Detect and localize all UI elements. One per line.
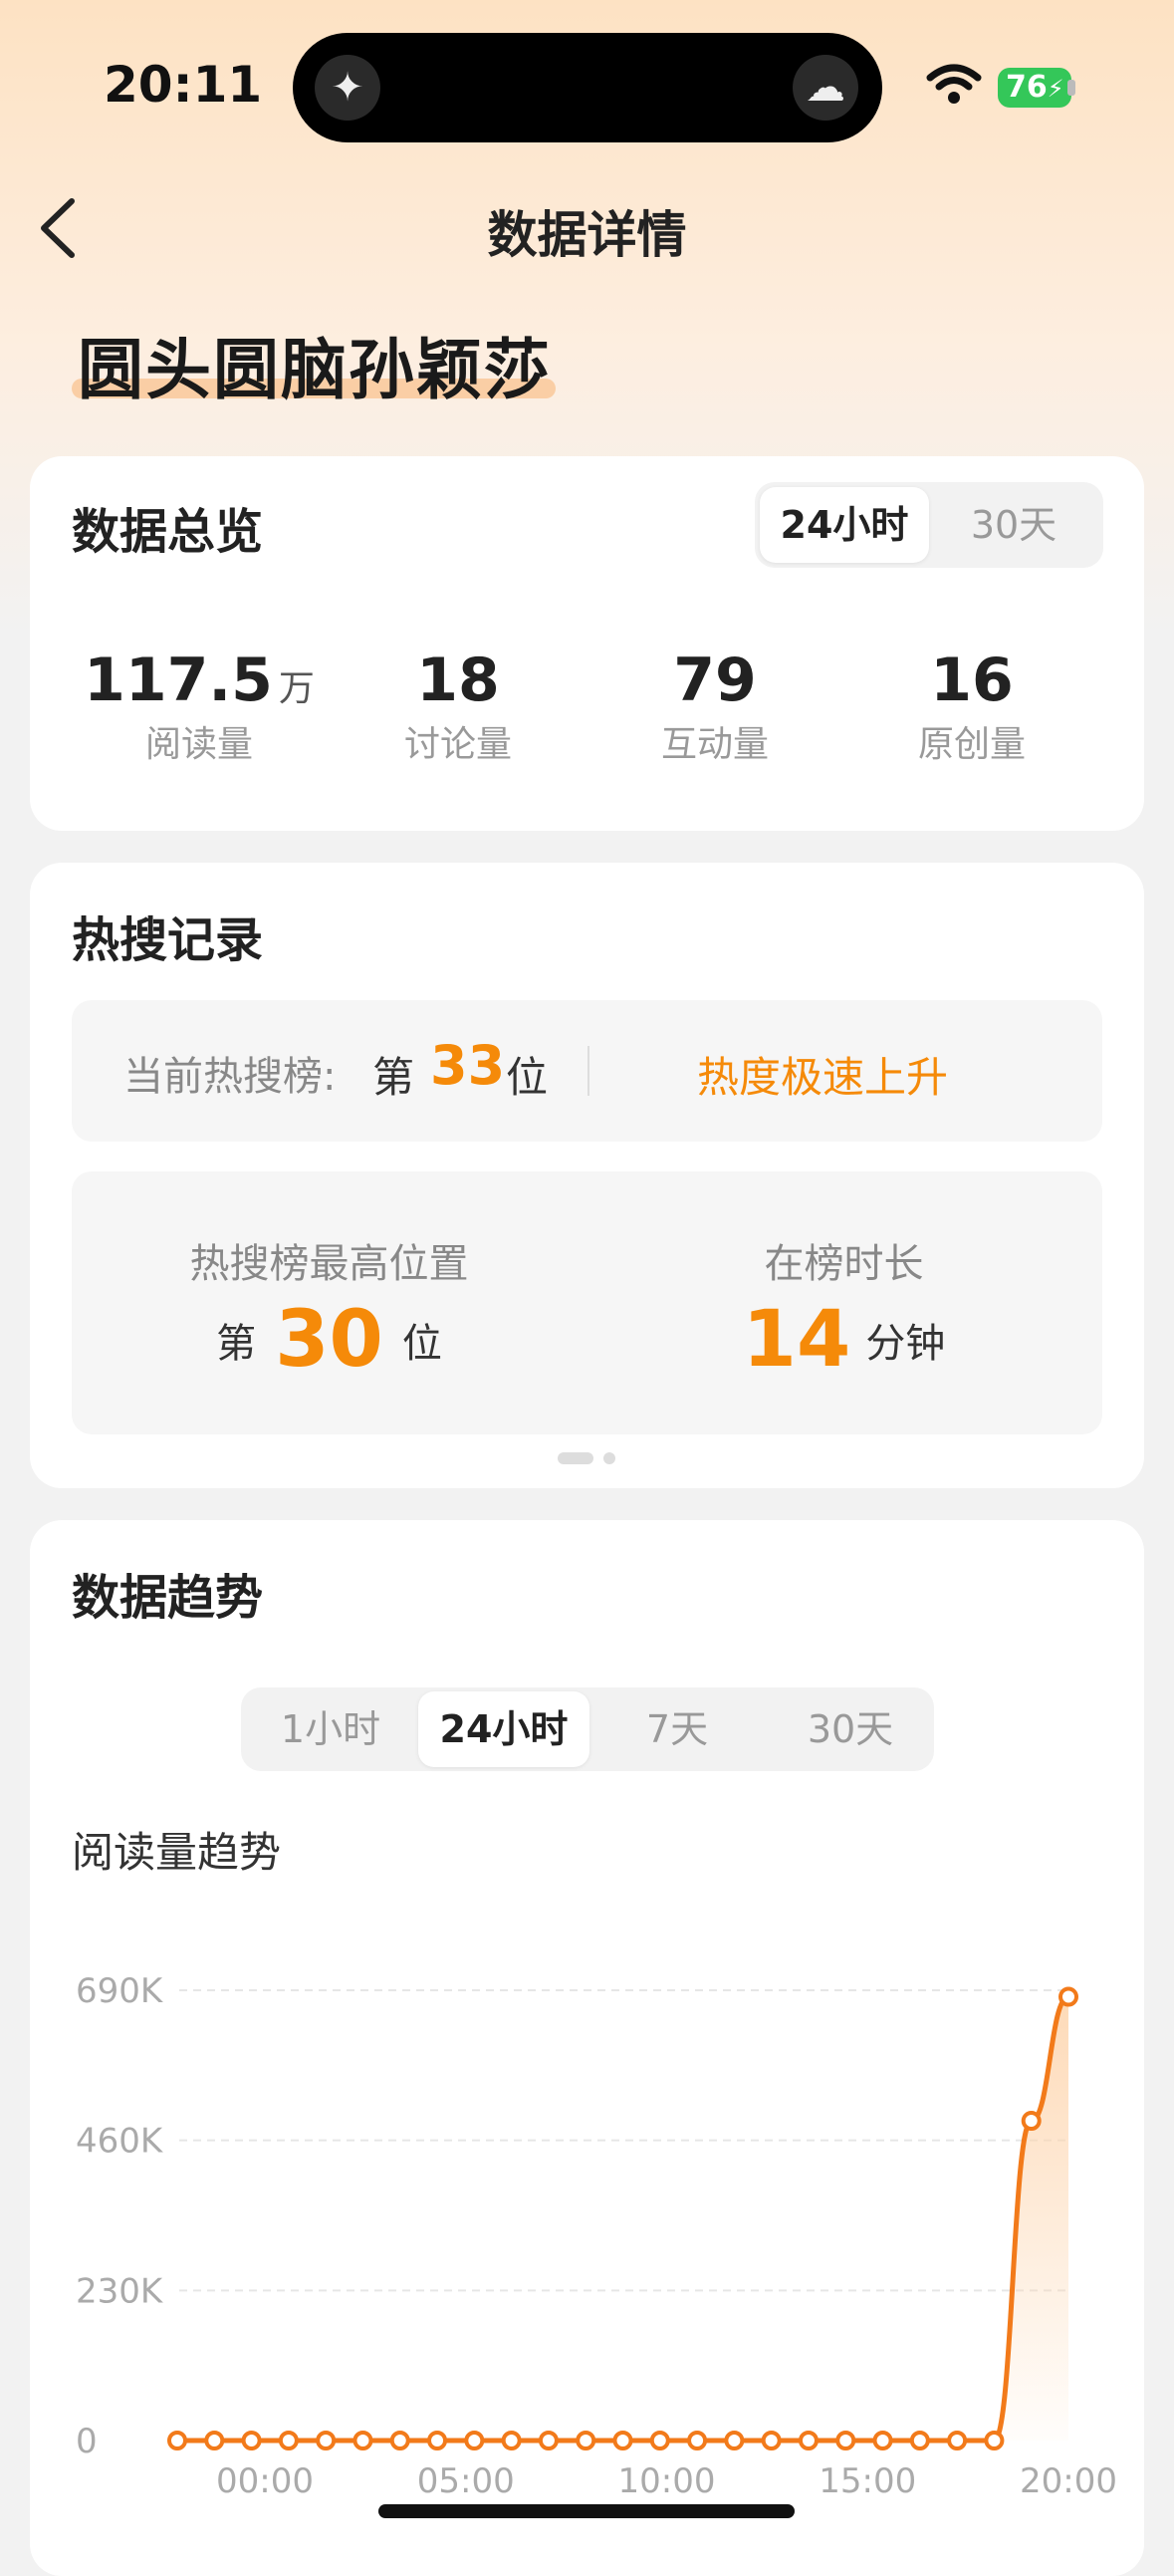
y-tick-label: 230K	[76, 2271, 164, 2311]
data-point	[1021, 2111, 1042, 2132]
duration-value: 14	[742, 1295, 851, 1385]
data-point	[872, 2431, 893, 2450]
data-point	[724, 2431, 745, 2450]
battery-cap	[1067, 80, 1075, 96]
stat-discussions: 18 讨论量	[329, 645, 587, 767]
current-rank-label: 当前热搜榜:	[123, 1054, 337, 1100]
data-point	[1058, 1986, 1078, 2007]
rank-prefix: 第	[216, 1321, 257, 1367]
data-point	[576, 2431, 596, 2450]
data-point	[909, 2431, 930, 2450]
data-point	[464, 2431, 485, 2450]
rank-prefix: 第	[372, 1053, 415, 1102]
status-time: 20:11	[104, 56, 263, 114]
highest-rank-box: 热搜榜最高位置 第 30 位 在榜时长 14 分钟	[72, 1171, 1102, 1434]
duration-unit: 分钟	[865, 1321, 946, 1367]
highest-rank-col: 热搜榜最高位置 第 30 位	[72, 1231, 587, 1385]
highest-rank-value: 30	[275, 1295, 383, 1385]
overview-card: 数据总览 24小时 30天 117.5 万 阅读量 18 讨论量 79 互动量 1…	[30, 456, 1144, 831]
page-title: 数据详情	[487, 206, 687, 264]
duration-label: 在榜时长	[764, 1241, 924, 1287]
data-point	[947, 2431, 968, 2450]
highest-rank-label: 热搜榜最高位置	[189, 1241, 469, 1287]
trend-range-toggle: 1小时 24小时 7天 30天	[241, 1687, 934, 1771]
data-point	[204, 2431, 225, 2450]
wifi-icon	[926, 64, 982, 104]
page-dot	[603, 1452, 615, 1464]
data-point	[427, 2431, 448, 2450]
divider	[587, 1046, 589, 1096]
data-point	[835, 2431, 856, 2450]
dynamic-island: ✦ ☁	[293, 33, 882, 142]
overview-range-toggle: 24小时 30天	[755, 482, 1103, 568]
data-point	[761, 2431, 782, 2450]
reads-trend-chart: 0 230K 460K 690K 00:00 05:00 10:00 15:00 20:00	[76, 1971, 1117, 2501]
stat-unit: 万	[278, 668, 315, 709]
y-tick-label: 460K	[76, 2122, 164, 2162]
series-line	[177, 1994, 1070, 2444]
current-rank-value: 33	[430, 1034, 506, 1097]
data-point	[612, 2431, 633, 2450]
stat-label: 原创量	[917, 724, 1026, 765]
stat-label: 互动量	[660, 724, 769, 765]
tab-24h[interactable]: 24小时	[760, 487, 929, 563]
rank-suffix: 位	[506, 1053, 549, 1102]
home-indicator	[378, 2504, 795, 2518]
tab-24h[interactable]: 24小时	[418, 1691, 589, 1767]
stat-value: 16	[930, 645, 1014, 715]
trend-card: 数据趋势 1小时 24小时 7天 30天 阅读量趋势 0 230K 460K 690K…	[30, 1520, 1144, 2576]
cloud-icon: ☁	[793, 55, 858, 121]
y-tick-label: 0	[76, 2422, 98, 2461]
hot-search-title: 热搜记录	[72, 912, 264, 968]
x-tick-label: 20:00	[1020, 2461, 1117, 2501]
duration-col: 在榜时长 14 分钟	[587, 1231, 1101, 1385]
data-point	[278, 2431, 299, 2450]
tab-1h[interactable]: 1小时	[245, 1691, 416, 1767]
data-point	[984, 2431, 1005, 2450]
data-point	[538, 2431, 559, 2450]
x-tick-label: 00:00	[216, 2461, 314, 2501]
data-point	[241, 2431, 262, 2450]
topic-title: 圆头圆脑孙颖莎	[78, 332, 552, 408]
data-point	[687, 2431, 708, 2450]
data-point	[167, 2431, 187, 2450]
battery-indicator: 76⚡	[998, 68, 1071, 108]
x-tick-label: 15:00	[819, 2461, 916, 2501]
stat-reads: 117.5 万 阅读量	[70, 645, 329, 767]
y-tick-label: 690K	[76, 1971, 164, 2011]
rank-suffix: 位	[401, 1321, 442, 1367]
hot-search-card: 热搜记录 当前热搜榜: 第 33 位 热度极速上升 热搜榜最高位置 第 30 位…	[30, 863, 1144, 1488]
trend-title: 数据趋势	[72, 1570, 264, 1626]
tab-7d[interactable]: 7天	[591, 1691, 763, 1767]
stat-originals: 16 原创量	[842, 645, 1101, 767]
data-point	[501, 2431, 522, 2450]
x-tick-label: 05:00	[417, 2461, 515, 2501]
butterfly-icon: ✦	[315, 55, 380, 121]
stat-label: 讨论量	[403, 724, 512, 765]
tab-30d[interactable]: 30天	[929, 487, 1098, 563]
stat-value: 79	[673, 645, 757, 715]
data-point	[798, 2431, 819, 2450]
current-rank-row: 当前热搜榜: 第 33 位 热度极速上升	[72, 1000, 1102, 1142]
data-point	[316, 2431, 337, 2450]
stat-label: 阅读量	[144, 724, 253, 765]
stat-interactions: 79 互动量	[586, 645, 844, 767]
tab-30d[interactable]: 30天	[765, 1691, 936, 1767]
x-tick-label: 10:00	[618, 2461, 716, 2501]
data-point	[649, 2431, 670, 2450]
page-dot-active	[558, 1452, 593, 1464]
data-point	[389, 2431, 410, 2450]
stat-value: 117.5	[84, 645, 273, 715]
overview-title: 数据总览	[72, 504, 264, 560]
trend-status: 热度极速上升	[697, 1053, 949, 1102]
data-point	[352, 2431, 373, 2450]
stat-value: 18	[416, 645, 500, 715]
